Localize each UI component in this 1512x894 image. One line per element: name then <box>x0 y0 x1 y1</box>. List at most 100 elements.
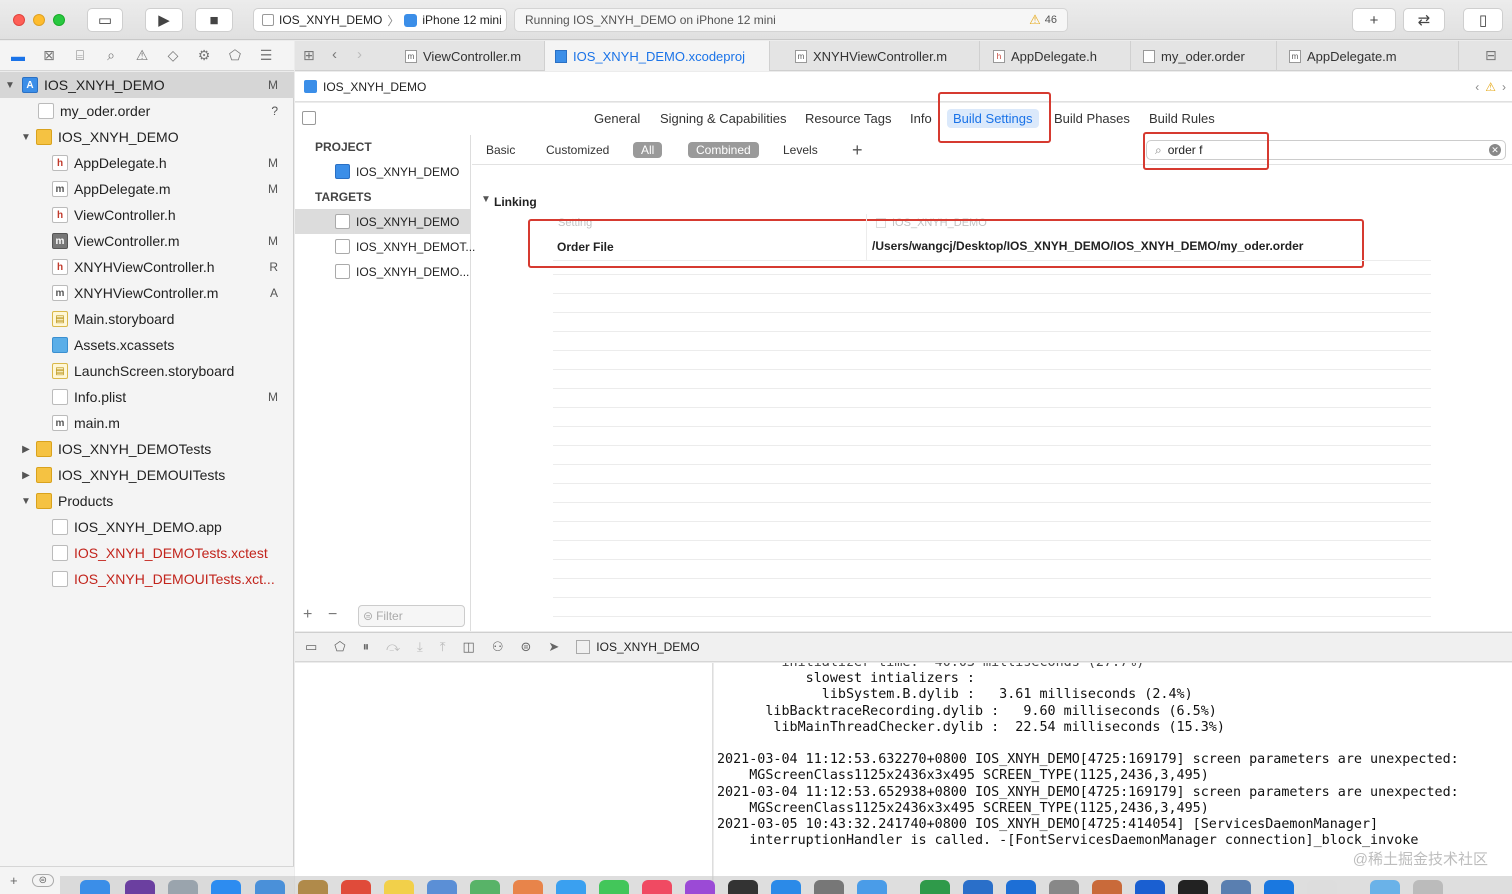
nav-item-group[interactable]: ▼ IOS_XNYH_DEMO <box>0 124 294 150</box>
dock-appstore-icon[interactable] <box>771 880 801 894</box>
tab-signing-capabilities[interactable]: Signing & Capabilities <box>660 111 786 126</box>
tab-resource-tags[interactable]: Resource Tags <box>805 111 891 126</box>
dock-app-icon[interactable] <box>963 880 993 894</box>
dock-app-icon[interactable] <box>1135 880 1165 894</box>
step-into-icon[interactable]: ⤓ <box>417 639 423 655</box>
tab-xnyhviewcontroller-m[interactable]: m XNYHViewController.m <box>785 41 980 71</box>
nav-item-file[interactable]: m XNYHViewController.m A <box>0 280 294 306</box>
nav-item-file[interactable]: h XNYHViewController.h R <box>0 254 294 280</box>
step-over-icon[interactable]: ⤼ <box>386 639 400 655</box>
nav-item-file[interactable]: IOS_XNYH_DEMOTests.xctest <box>0 540 294 566</box>
code-review-button[interactable]: ⇄ <box>1403 8 1445 32</box>
nav-item-group[interactable]: ▼ Products <box>0 488 294 514</box>
breakpoints-toggle-icon[interactable]: ⬠ <box>334 639 345 655</box>
memory-graph-icon[interactable]: ⚇ <box>492 639 504 655</box>
dock-notes-icon[interactable] <box>384 880 414 894</box>
toggle-navigator-button[interactable]: ▭ <box>87 8 123 32</box>
view-combined-button[interactable]: Combined <box>688 142 759 158</box>
tab-my-oder-order[interactable]: my_oder.order <box>1133 41 1277 71</box>
previous-issue-icon[interactable]: ‹ <box>1475 80 1479 94</box>
warning-icon[interactable]: ⚠ <box>1485 80 1496 94</box>
add-target-icon[interactable]: + <box>303 606 312 624</box>
dock-launchpad-icon[interactable] <box>168 880 198 894</box>
dock-terminal-icon[interactable] <box>1178 880 1208 894</box>
add-editor-icon[interactable]: ⊟ <box>1485 47 1497 64</box>
disclosure-open-icon[interactable]: ▼ <box>481 194 491 205</box>
report-icon[interactable]: ☰ <box>256 47 276 64</box>
dock-app-icon[interactable] <box>1307 880 1337 894</box>
tab-build-rules[interactable]: Build Rules <box>1149 111 1215 126</box>
view-hierarchy-icon[interactable]: ◫ <box>463 639 475 655</box>
process-target[interactable]: IOS_XNYH_DEMO <box>576 640 700 654</box>
target-item[interactable]: IOS_XNYH_DEMOT... <box>295 234 475 259</box>
view-levels-button[interactable]: Levels <box>783 143 818 157</box>
run-button[interactable]: ▶ <box>145 8 183 32</box>
dock-trash-icon[interactable] <box>1413 880 1443 894</box>
nav-item-file[interactable]: IOS_XNYH_DEMO.app <box>0 514 294 540</box>
hide-debug-area-icon[interactable]: ▭ <box>305 639 317 655</box>
forward-icon[interactable]: › <box>357 46 362 63</box>
nav-item-group[interactable]: ▶ IOS_XNYH_DEMOTests <box>0 436 294 462</box>
minimize-window-button[interactable] <box>33 14 45 26</box>
tab-build-phases[interactable]: Build Phases <box>1054 111 1130 126</box>
next-issue-icon[interactable]: › <box>1502 80 1506 94</box>
breakpoint-icon[interactable]: ⬠ <box>225 47 245 64</box>
targets-filter-field[interactable]: ⊜ Filter <box>358 605 465 627</box>
toggle-inspector-button[interactable]: ▯ <box>1463 8 1503 32</box>
environment-overrides-icon[interactable]: ⊜ <box>520 639 531 655</box>
debug-icon[interactable]: ⚙ <box>194 47 214 64</box>
dock-folder-icon[interactable] <box>1370 880 1400 894</box>
dock-calendar-icon[interactable] <box>341 880 371 894</box>
zoom-window-button[interactable] <box>53 14 65 26</box>
nav-item-file[interactable]: my_oder.order ? <box>0 98 294 124</box>
dock-app-icon[interactable] <box>255 880 285 894</box>
dock-maps-icon[interactable] <box>470 880 500 894</box>
add-icon[interactable]: + <box>10 873 18 888</box>
tab-xcodeproj[interactable]: IOS_XNYH_DEMO.xcodeproj <box>545 41 770 71</box>
nav-item-file[interactable]: h AppDelegate.h M <box>0 150 294 176</box>
back-icon[interactable]: ‹ <box>332 46 337 63</box>
clear-search-icon[interactable]: ✕ <box>1489 144 1501 156</box>
dock-facetime-icon[interactable] <box>599 880 629 894</box>
dock-photos-icon[interactable] <box>513 880 543 894</box>
filter-options-icon[interactable]: ⊜ <box>31 874 54 887</box>
dock-app-icon[interactable] <box>1006 880 1036 894</box>
dock-app-icon[interactable] <box>1092 880 1122 894</box>
dock-xcode-icon[interactable] <box>1264 880 1294 894</box>
jump-bar-path[interactable]: IOS_XNYH_DEMO <box>323 80 426 94</box>
target-item[interactable]: IOS_XNYH_DEMO... <box>295 259 471 284</box>
tab-general[interactable]: General <box>594 111 640 126</box>
close-window-button[interactable] <box>13 14 25 26</box>
dock-safari-icon[interactable] <box>211 880 241 894</box>
add-setting-icon[interactable]: + <box>852 140 863 161</box>
nav-item-file[interactable]: ▤ Main.storyboard <box>0 306 294 332</box>
grid-icon[interactable]: ⊞ <box>303 47 315 64</box>
nav-item-group[interactable]: ▶ IOS_XNYH_DEMOUITests <box>0 462 294 488</box>
dock-app-icon[interactable] <box>728 880 758 894</box>
dock-app-icon[interactable] <box>427 880 457 894</box>
dock-app-icon[interactable] <box>298 880 328 894</box>
tab-appdelegate-h[interactable]: h AppDelegate.h <box>983 41 1131 71</box>
issue-icon[interactable]: ⚠ <box>132 47 152 64</box>
dock-app-icon[interactable] <box>857 880 887 894</box>
dock-music-icon[interactable] <box>642 880 672 894</box>
dock-podcasts-icon[interactable] <box>685 880 715 894</box>
nav-item-file[interactable]: m main.m <box>0 410 294 436</box>
search-icon[interactable]: ⌕ <box>101 47 121 64</box>
nav-item-file[interactable]: h ViewController.h <box>0 202 294 228</box>
dock-messages-icon[interactable] <box>556 880 586 894</box>
simulate-location-icon[interactable]: ➤ <box>548 639 559 655</box>
test-icon[interactable]: ◇ <box>163 47 183 64</box>
nav-item-project[interactable]: ▼ A IOS_XNYH_DEMO M <box>0 72 294 98</box>
tab-viewcontroller-m[interactable]: m ViewController.m <box>395 41 545 71</box>
tab-info[interactable]: Info <box>910 111 932 126</box>
target-item[interactable]: IOS_XNYH_DEMO <box>295 209 471 234</box>
pause-icon[interactable]: ⏸ <box>363 639 370 655</box>
filter-customized-button[interactable]: Customized <box>546 143 609 157</box>
nav-item-file[interactable]: Assets.xcassets <box>0 332 294 358</box>
dock-settings-icon[interactable] <box>814 880 844 894</box>
scheme-selector[interactable]: IOS_XNYH_DEMO 〉 iPhone 12 mini <box>253 8 507 32</box>
nav-item-file[interactable]: ▤ LaunchScreen.storyboard <box>0 358 294 384</box>
symbol-icon[interactable]: ⌸ <box>70 47 90 64</box>
dock-siri-icon[interactable] <box>125 880 155 894</box>
